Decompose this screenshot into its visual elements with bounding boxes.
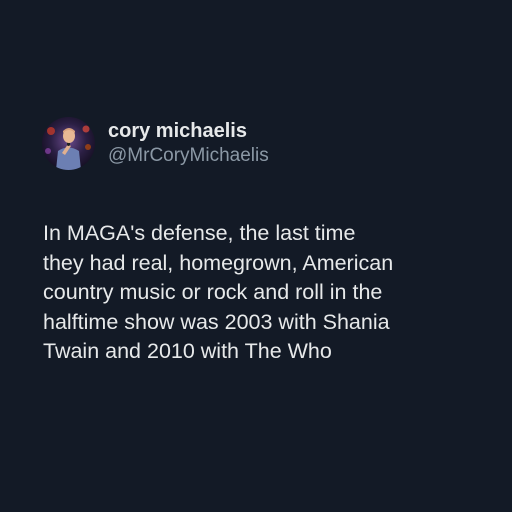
tweet-text-line: country music or rock and roll in the (43, 280, 383, 305)
author-names: cory michaelis @MrCoryMichaelis (108, 119, 269, 168)
tweet-header: cory michaelis @MrCoryMichaelis (42, 117, 269, 170)
tweet-text-line: In MAGA's defense, the last time (43, 221, 356, 245)
author-handle[interactable]: @MrCoryMichaelis (108, 144, 269, 168)
profile-photo-icon (42, 117, 95, 170)
tweet-text: In MAGA's defense, the last time they ha… (43, 219, 488, 367)
avatar[interactable] (42, 117, 95, 170)
author-display-name[interactable]: cory michaelis (108, 119, 269, 144)
tweet-text-line: they had real, homegrown, American (43, 250, 394, 275)
tweet-text-line: halftime show was 2003 with Shania (43, 309, 390, 334)
tweet-text-line: Twain and 2010 with The Who (43, 339, 332, 364)
tweet-card: cory michaelis @MrCoryMichaelis In MAGA'… (0, 0, 512, 512)
